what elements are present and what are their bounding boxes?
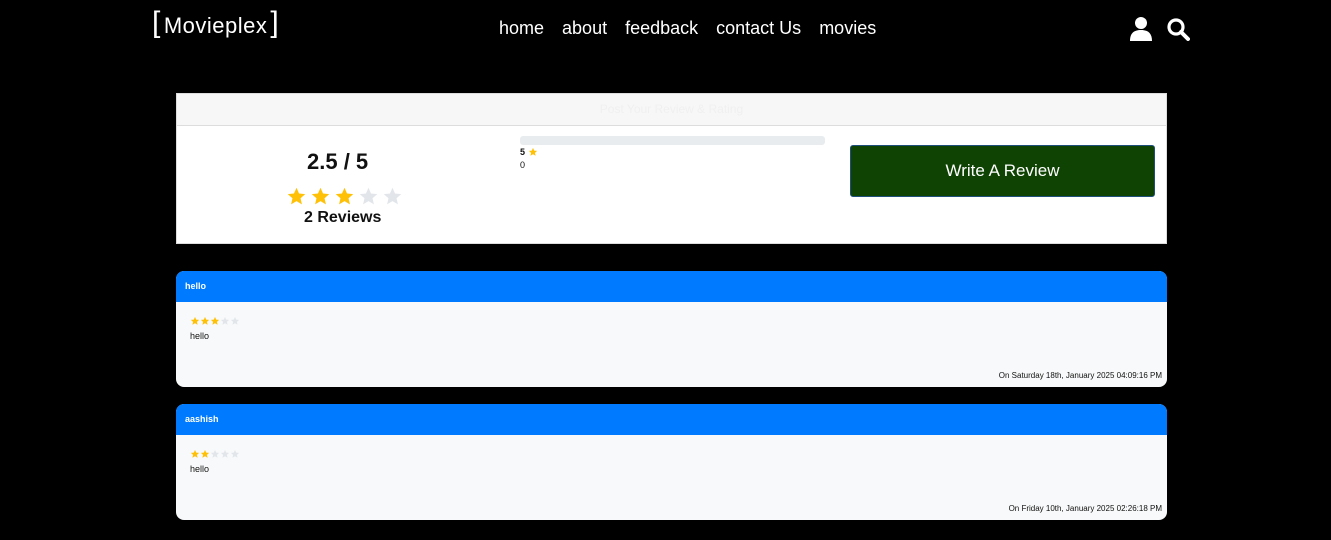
review-stars bbox=[190, 449, 240, 459]
star-icon bbox=[230, 316, 240, 325]
rating-bar-label: 5 bbox=[520, 147, 538, 157]
star-icon bbox=[383, 187, 402, 205]
star-icon bbox=[210, 449, 220, 458]
review-text: hello bbox=[190, 464, 210, 474]
review-card: hello hello On Saturday 18th, January 20… bbox=[176, 271, 1167, 387]
average-stars bbox=[286, 186, 403, 207]
main-nav: home about feedback contact Us movies bbox=[499, 18, 876, 39]
star-icon bbox=[359, 187, 378, 205]
logo-bracket-left: [ bbox=[152, 6, 161, 39]
nav-feedback[interactable]: feedback bbox=[625, 18, 698, 39]
star-icon bbox=[528, 147, 538, 156]
logo-text: Movieplex bbox=[163, 13, 268, 38]
search-icon[interactable] bbox=[1166, 17, 1190, 41]
star-icon bbox=[210, 316, 220, 325]
nav-home[interactable]: home bbox=[499, 18, 544, 39]
rating-bar-star-value: 5 bbox=[520, 147, 526, 157]
star-icon bbox=[200, 316, 210, 325]
review-author: aashish bbox=[176, 404, 1167, 435]
rating-bar-count: 0 bbox=[520, 160, 526, 170]
review-text: hello bbox=[190, 331, 210, 341]
star-icon bbox=[190, 449, 200, 458]
star-icon bbox=[230, 449, 240, 458]
average-rating: 2.5 / 5 bbox=[307, 149, 369, 174]
star-icon bbox=[190, 316, 200, 325]
star-icon bbox=[220, 316, 230, 325]
logo-bracket-right: ] bbox=[270, 6, 280, 39]
nav-movies[interactable]: movies bbox=[819, 18, 876, 39]
review-stars bbox=[190, 316, 240, 326]
review-date: On Saturday 18th, January 2025 04:09:16 … bbox=[998, 371, 1162, 380]
star-icon bbox=[220, 449, 230, 458]
star-icon bbox=[200, 449, 210, 458]
review-date: On Friday 10th, January 2025 02:26:18 PM bbox=[1008, 504, 1162, 513]
nav-contact-us[interactable]: contact Us bbox=[716, 18, 801, 39]
nav-about[interactable]: about bbox=[562, 18, 607, 39]
rating-bar-track bbox=[520, 136, 825, 145]
user-icon[interactable] bbox=[1130, 17, 1152, 41]
write-review-button[interactable]: Write A Review bbox=[850, 145, 1155, 197]
star-icon bbox=[287, 187, 306, 205]
star-icon bbox=[335, 187, 354, 205]
review-card: aashish hello On Friday 10th, January 20… bbox=[176, 404, 1167, 520]
panel-header: Post Your Review & Rating bbox=[177, 94, 1166, 126]
logo[interactable]: [ Movieplex ] bbox=[152, 6, 280, 41]
review-author: hello bbox=[176, 271, 1167, 302]
rating-panel: Post Your Review & Rating 2.5 / 5 2 Revi… bbox=[176, 93, 1167, 244]
star-icon bbox=[311, 187, 330, 205]
header-icons bbox=[1130, 17, 1190, 41]
reviews-count: 2 Reviews bbox=[304, 209, 382, 226]
